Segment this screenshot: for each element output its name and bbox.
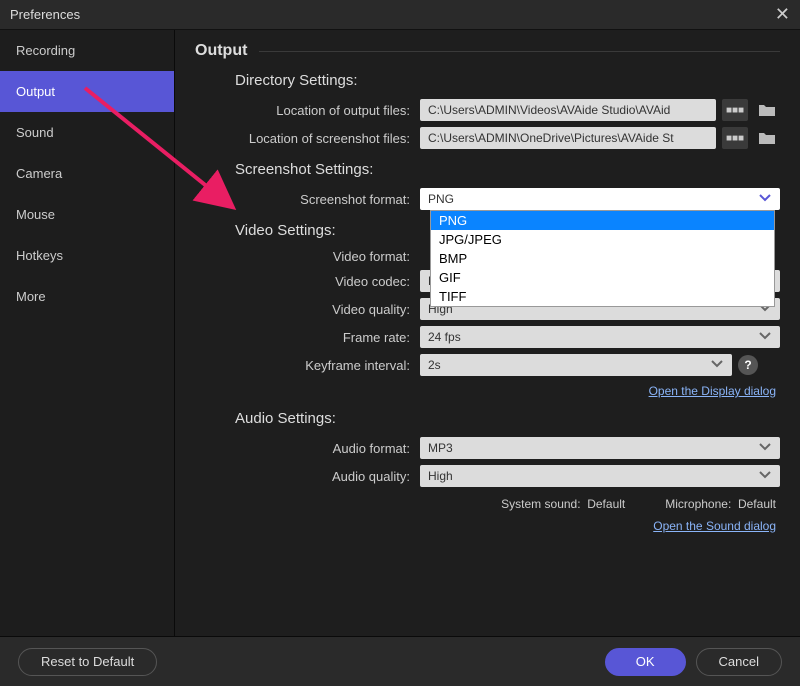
audio-quality-value: High [428, 469, 453, 483]
section-directory: Directory Settings: [235, 72, 780, 89]
audio-status-row: System sound: Default Microphone: Defaul… [195, 497, 776, 511]
sidebar: Recording Output Sound Camera Mouse Hotk… [0, 30, 175, 636]
microphone-value: Default [738, 497, 776, 511]
output-location-field[interactable] [420, 99, 716, 121]
audio-quality-select[interactable]: High [420, 465, 780, 487]
keyframe-help-icon[interactable]: ? [738, 355, 758, 375]
frame-rate-select[interactable]: 24 fps [420, 326, 780, 348]
screenshot-format-dropdown[interactable]: PNG JPG/JPEG BMP GIF TIFF [430, 210, 775, 307]
audio-format-label: Audio format: [195, 441, 420, 456]
sidebar-item-recording[interactable]: Recording [0, 30, 174, 71]
keyframe-label: Keyframe interval: [195, 358, 420, 373]
keyframe-select[interactable]: 2s [420, 354, 732, 376]
section-audio: Audio Settings: [235, 410, 780, 427]
folder-icon [758, 103, 776, 117]
screenshot-location-label: Location of screenshot files: [195, 131, 420, 146]
reset-button[interactable]: Reset to Default [18, 648, 157, 676]
screenshot-format-label: Screenshot format: [195, 192, 420, 207]
audio-format-value: MP3 [428, 441, 453, 455]
dots-icon: ■■■ [726, 105, 744, 116]
dropdown-option-png[interactable]: PNG [431, 211, 774, 230]
ok-button[interactable]: OK [605, 648, 686, 676]
system-sound-value: Default [587, 497, 625, 511]
page-title: Output [195, 42, 780, 60]
sidebar-item-more[interactable]: More [0, 276, 174, 317]
chevron-down-icon [758, 469, 772, 483]
audio-quality-label: Audio quality: [195, 469, 420, 484]
video-codec-label: Video codec: [195, 274, 420, 289]
cancel-button[interactable]: Cancel [696, 648, 782, 676]
sidebar-item-sound[interactable]: Sound [0, 112, 174, 153]
video-quality-label: Video quality: [195, 302, 420, 317]
audio-format-select[interactable]: MP3 [420, 437, 780, 459]
sidebar-item-hotkeys[interactable]: Hotkeys [0, 235, 174, 276]
screenshot-format-value: PNG [428, 192, 454, 206]
folder-icon [758, 131, 776, 145]
open-display-dialog-link[interactable]: Open the Display dialog [195, 384, 776, 398]
output-location-label: Location of output files: [195, 103, 420, 118]
window-title: Preferences [10, 7, 80, 22]
chevron-down-icon [758, 441, 772, 455]
close-button[interactable]: ✕ [775, 4, 790, 25]
frame-rate-value: 24 fps [428, 330, 461, 344]
video-format-label: Video format: [195, 249, 420, 264]
dropdown-option-jpg[interactable]: JPG/JPEG [431, 230, 774, 249]
output-location-browse[interactable]: ■■■ [722, 99, 748, 121]
dropdown-option-bmp[interactable]: BMP [431, 249, 774, 268]
screenshot-location-browse[interactable]: ■■■ [722, 127, 748, 149]
dropdown-option-tiff[interactable]: TIFF [431, 287, 774, 306]
microphone-label: Microphone: [665, 497, 731, 511]
section-screenshot: Screenshot Settings: [235, 161, 780, 178]
screenshot-location-open[interactable] [754, 127, 780, 149]
chevron-down-icon [710, 358, 724, 372]
dropdown-option-gif[interactable]: GIF [431, 268, 774, 287]
open-sound-dialog-link[interactable]: Open the Sound dialog [195, 519, 776, 533]
chevron-down-icon [758, 330, 772, 344]
main-panel: Output Directory Settings: Location of o… [175, 30, 800, 636]
chevron-down-icon [758, 192, 772, 206]
screenshot-format-select[interactable]: PNG [420, 188, 780, 210]
footer: Reset to Default OK Cancel [0, 636, 800, 686]
sidebar-item-output[interactable]: Output [0, 71, 174, 112]
sidebar-item-mouse[interactable]: Mouse [0, 194, 174, 235]
screenshot-location-field[interactable] [420, 127, 716, 149]
titlebar: Preferences ✕ [0, 0, 800, 30]
dots-icon: ■■■ [726, 133, 744, 144]
sidebar-item-camera[interactable]: Camera [0, 153, 174, 194]
output-location-open[interactable] [754, 99, 780, 121]
frame-rate-label: Frame rate: [195, 330, 420, 345]
system-sound-label: System sound: [501, 497, 580, 511]
keyframe-value: 2s [428, 358, 441, 372]
